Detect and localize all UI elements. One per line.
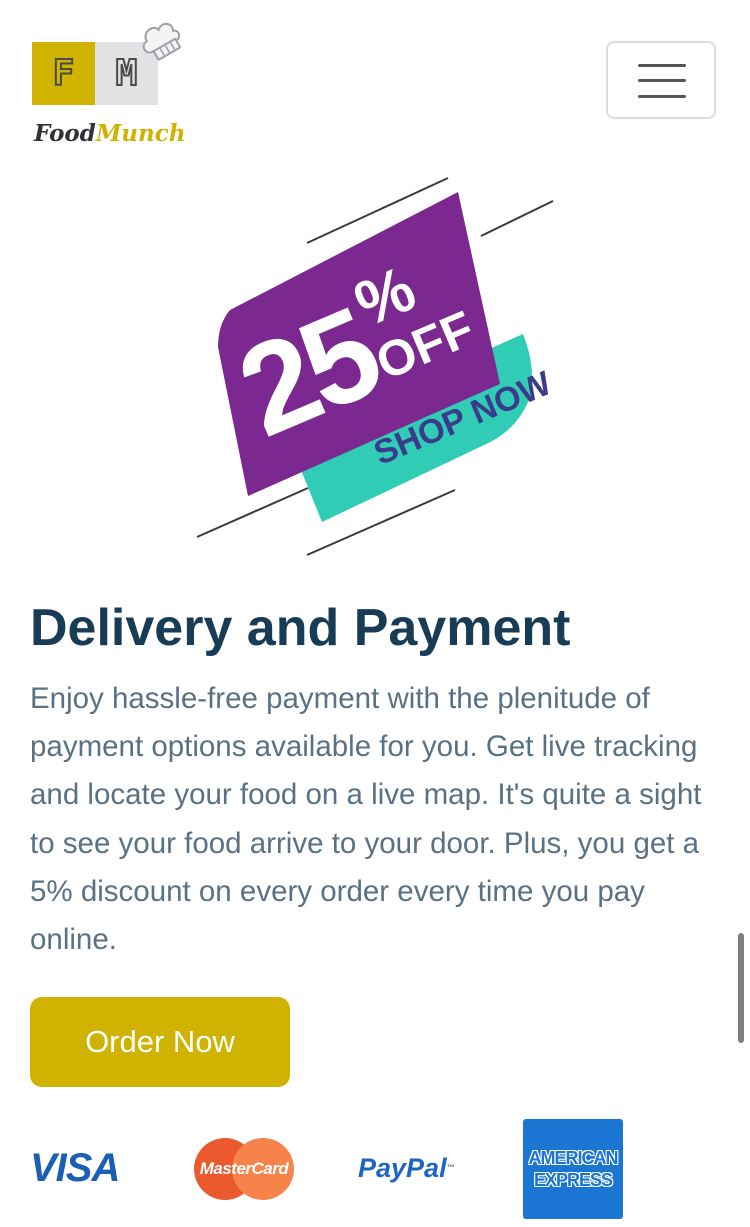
amex-line1: AMERICAN	[528, 1148, 619, 1168]
foodmunch-logo[interactable]: F M FoodMunch	[30, 16, 190, 156]
paypal-logo: PayPal™	[358, 1152, 455, 1184]
navbar: F M FoodMunch	[0, 0, 750, 165]
logo-letter-f: F	[32, 42, 95, 105]
brand-name-food: Food	[34, 120, 96, 147]
menu-toggle-button[interactable]	[606, 41, 716, 119]
order-now-button[interactable]: Order Now	[30, 997, 290, 1087]
scrollbar-thumb[interactable]	[738, 933, 744, 1043]
brand-name: FoodMunch	[34, 120, 185, 147]
paypal-label: PayPal	[358, 1153, 447, 1183]
mastercard-logo: MasterCard	[194, 1138, 294, 1200]
amex-line2: EXPRESS	[533, 1170, 613, 1190]
american-express-logo: AMERICAN EXPRESS	[523, 1119, 623, 1219]
mastercard-label: MasterCard	[199, 1159, 289, 1178]
chef-hat-icon	[142, 22, 181, 61]
section-description: Enjoy hassle-free payment with the pleni…	[30, 682, 702, 957]
paypal-trademark: ™	[446, 1163, 455, 1172]
brand-name-munch: Munch	[95, 120, 186, 147]
section-title: Delivery and Payment	[30, 599, 571, 657]
promo-banner[interactable]: 25 % OFF SHOP NOW	[190, 170, 560, 565]
visa-logo: VISA	[30, 1146, 120, 1190]
payment-methods: VISA MasterCard PayPal™ AMERICAN EXPRESS	[0, 1110, 750, 1227]
